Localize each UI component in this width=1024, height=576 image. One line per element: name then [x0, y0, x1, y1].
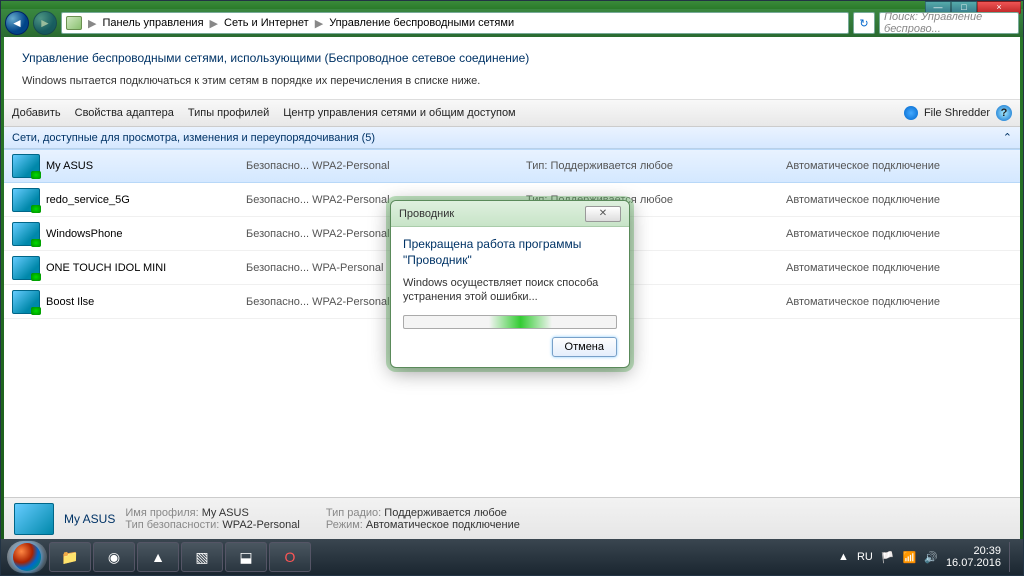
- taskbar-chrome[interactable]: ◉: [93, 542, 135, 572]
- network-name: My ASUS: [46, 160, 246, 172]
- adapter-button[interactable]: Свойства адаптера: [75, 107, 174, 119]
- wifi-icon: [12, 256, 40, 280]
- network-connection: Автоматическое подключение: [786, 160, 1012, 172]
- network-connection: Автоматическое подключение: [786, 296, 1012, 308]
- network-security: Безопасно... WPA2-Personal: [246, 160, 526, 172]
- titlebar: — □ ×: [1, 1, 1023, 9]
- wifi-icon: [12, 154, 40, 178]
- network-name: ONE TOUCH IDOL MINI: [46, 262, 246, 274]
- taskbar: 📁 ◉ ▲ ▧ ⬓ O ▲ RU 🏳️ 📶 🔊 20:39 16.07.2016: [1, 539, 1023, 575]
- network-connection: Автоматическое подключение: [786, 262, 1012, 274]
- breadcrumb[interactable]: ▶ Панель управления ▶ Сеть и Интернет ▶ …: [61, 12, 849, 34]
- search-input[interactable]: Поиск: Управление беспрово...: [879, 12, 1019, 34]
- details-title: My ASUS: [64, 512, 115, 526]
- tray-clock[interactable]: 20:39 16.07.2016: [946, 545, 1001, 569]
- tray-flag-icon[interactable]: 🏳️: [881, 551, 895, 564]
- chevron-up-icon: ⌃: [1003, 131, 1012, 144]
- breadcrumb-leaf[interactable]: Управление беспроводными сетями: [329, 17, 514, 29]
- add-button[interactable]: Добавить: [12, 107, 61, 119]
- wifi-icon: [12, 222, 40, 246]
- network-name: WindowsPhone: [46, 228, 246, 240]
- taskbar-unknown2[interactable]: ⬓: [225, 542, 267, 572]
- wifi-icon: [12, 290, 40, 314]
- start-button[interactable]: [7, 541, 47, 573]
- command-toolbar: Добавить Свойства адаптера Типы профилей…: [4, 99, 1020, 127]
- network-center-button[interactable]: Центр управления сетями и общим доступом: [283, 107, 515, 119]
- folder-icon: [66, 16, 82, 30]
- details-pane: My ASUS Имя профиля: My ASUS Тип безопас…: [4, 497, 1020, 539]
- dialog-heading: Прекращена работа программы "Проводник": [403, 237, 617, 268]
- page-title: Управление беспроводными сетями, использ…: [4, 37, 1020, 69]
- progress-bar: [403, 315, 617, 329]
- list-item[interactable]: My ASUS Безопасно... WPA2-Personal Тип: …: [4, 149, 1020, 183]
- network-connection: Автоматическое подключение: [786, 194, 1012, 206]
- refresh-button[interactable]: ↻: [853, 12, 875, 34]
- dialog-message: Windows осуществляет поиск способа устра…: [403, 276, 617, 305]
- taskbar-opera[interactable]: O: [269, 542, 311, 572]
- taskbar-unknown1[interactable]: ▧: [181, 542, 223, 572]
- tray-lang[interactable]: RU: [857, 551, 873, 563]
- tray-network-icon[interactable]: 📶: [903, 551, 917, 564]
- taskbar-explorer[interactable]: 📁: [49, 542, 91, 572]
- search-placeholder: Поиск: Управление беспрово...: [884, 11, 1014, 35]
- network-name: Boost Ilse: [46, 296, 246, 308]
- tray-volume-icon[interactable]: 🔊: [924, 551, 938, 564]
- dialog-close-button[interactable]: ✕: [585, 206, 621, 222]
- mode-value: Автоматическое подключение: [366, 519, 520, 531]
- file-shredder-button[interactable]: File Shredder: [924, 107, 990, 119]
- forward-button[interactable]: ►: [33, 11, 57, 35]
- wifi-icon: [12, 188, 40, 212]
- show-desktop-button[interactable]: [1009, 542, 1017, 572]
- profile-value: My ASUS: [202, 507, 249, 519]
- profiles-button[interactable]: Типы профилей: [188, 107, 269, 119]
- page-subtext: Windows пытается подключаться к этим сет…: [4, 69, 1020, 99]
- mode-label: Режим:: [326, 519, 363, 531]
- breadcrumb-root[interactable]: Панель управления: [102, 17, 203, 29]
- network-connection: Автоматическое подключение: [786, 228, 1012, 240]
- tray-date: 16.07.2016: [946, 557, 1001, 569]
- tray-time: 20:39: [946, 545, 1001, 557]
- group-header-label: Сети, доступные для просмотра, изменения…: [12, 132, 375, 144]
- wifi-icon: [14, 503, 54, 535]
- radio-label: Тип радио:: [326, 507, 381, 519]
- radio-value: Поддерживается любое: [384, 507, 507, 519]
- dialog-title: Проводник: [399, 208, 454, 220]
- cancel-button[interactable]: Отмена: [552, 337, 617, 357]
- profile-label: Имя профиля:: [125, 507, 198, 519]
- tray-chevron-icon[interactable]: ▲: [838, 551, 849, 563]
- taskbar-vlc[interactable]: ▲: [137, 542, 179, 572]
- network-type: Тип: Поддерживается любое: [526, 160, 786, 172]
- group-header[interactable]: Сети, доступные для просмотра, изменения…: [4, 127, 1020, 149]
- dialog-titlebar: Проводник ✕: [391, 201, 629, 227]
- error-dialog: Проводник ✕ Прекращена работа программы …: [390, 200, 630, 368]
- help-icon[interactable]: ?: [996, 105, 1012, 121]
- nav-toolbar: ◄ ► ▶ Панель управления ▶ Сеть и Интерне…: [1, 9, 1023, 37]
- file-shredder-icon: [904, 106, 918, 120]
- back-button[interactable]: ◄: [5, 11, 29, 35]
- system-tray: ▲ RU 🏳️ 📶 🔊 20:39 16.07.2016: [838, 542, 1017, 572]
- sectype-value: WPA2-Personal: [222, 519, 299, 531]
- sectype-label: Тип безопасности:: [125, 519, 219, 531]
- windows-orb-icon: [13, 543, 41, 571]
- network-name: redo_service_5G: [46, 194, 246, 206]
- breadcrumb-mid[interactable]: Сеть и Интернет: [224, 17, 309, 29]
